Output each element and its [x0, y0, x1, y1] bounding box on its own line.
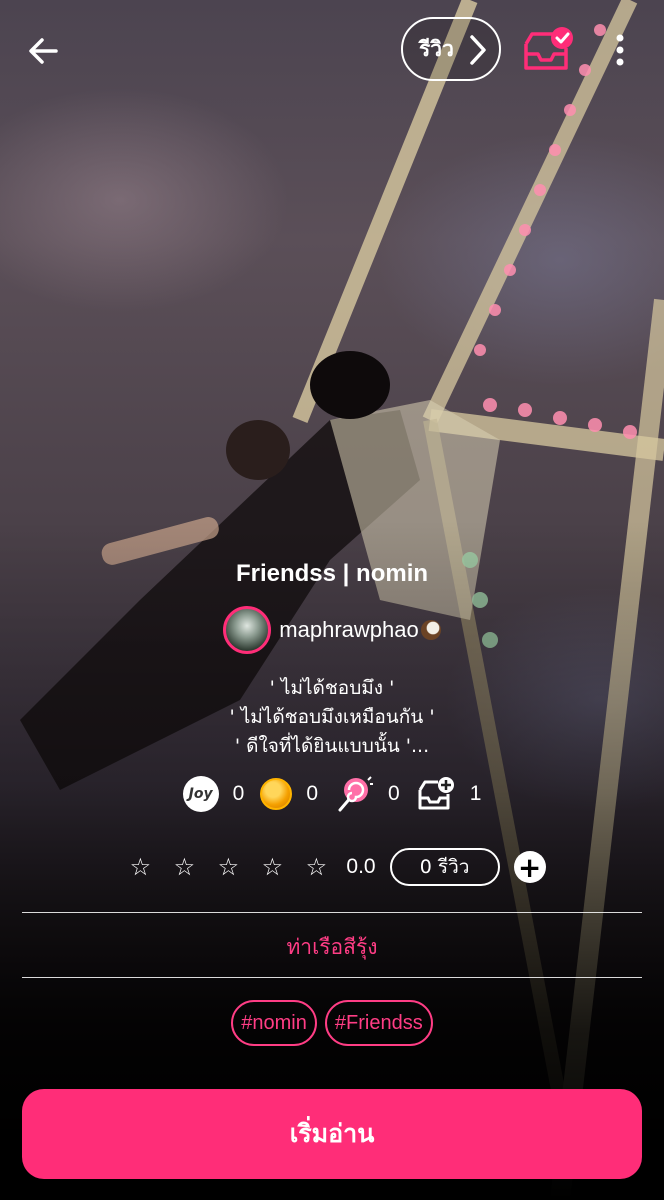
star-icon[interactable]: ☆	[118, 853, 162, 881]
arrow-left-icon	[29, 38, 58, 64]
star-icon[interactable]: ☆	[206, 853, 250, 881]
tag-list: #nomin #Friendss	[0, 1000, 664, 1046]
top-bar: รีวิว	[0, 0, 664, 100]
back-button[interactable]	[22, 30, 64, 72]
coconut-icon	[420, 620, 441, 640]
stats-row: Joy 0 0 0 1	[0, 772, 664, 816]
lollipop-icon	[338, 776, 373, 812]
rating-score: 0.0	[346, 855, 376, 878]
review-button[interactable]: รีวิว	[401, 17, 501, 81]
add-to-shelf-button[interactable]	[520, 26, 576, 76]
synopsis-line: ' ไม่ได้ชอบมึงเหมือนกัน '	[229, 706, 435, 728]
divider	[22, 912, 642, 913]
star-icon[interactable]: ☆	[294, 853, 338, 881]
joy-icon: Joy	[182, 776, 219, 812]
more-vertical-icon	[616, 34, 624, 66]
star-icon[interactable]: ☆	[250, 853, 294, 881]
story-synopsis: ' ไม่ได้ชอบมึง ' ' ไม่ได้ชอบมึงเหมือนกัน…	[0, 674, 664, 761]
star-icon[interactable]: ☆	[162, 853, 206, 881]
more-options-button[interactable]	[606, 32, 634, 68]
plus-icon: +	[517, 850, 542, 884]
story-title: Friendss | nomin	[235, 560, 429, 587]
start-reading-button[interactable]: เริ่มอ่าน	[22, 1089, 642, 1179]
shelf-count: 1	[469, 782, 482, 805]
stat-coin[interactable]: 0	[260, 778, 318, 810]
tag-chip[interactable]: #Friendss	[324, 1000, 433, 1046]
stat-lollipop[interactable]: 0	[334, 774, 400, 814]
author-name: maphrawphao	[279, 617, 419, 642]
review-button-label: รีวิว	[419, 36, 454, 61]
divider	[22, 977, 642, 978]
stat-joy[interactable]: Joy 0	[182, 776, 245, 812]
synopsis-line: ' ไม่ได้ชอบมึง '	[269, 677, 395, 699]
tag-chip[interactable]: #nomin	[231, 1000, 317, 1046]
synopsis-line: ' ดีใจที่ได้ยินแบบนั้น '...	[234, 735, 430, 757]
category-link[interactable]: ท่าเรือสีรุ้ง	[0, 931, 664, 964]
stat-shelf[interactable]: 1	[416, 776, 482, 812]
lollipop-count: 0	[388, 782, 400, 805]
inbox-check-icon	[524, 27, 573, 70]
rating-row: ☆ ☆ ☆ ☆ ☆ 0.0 0 รีวิว +	[0, 846, 664, 888]
chevron-right-icon	[470, 35, 486, 65]
review-count-button[interactable]: 0 รีวิว	[389, 848, 500, 886]
author-link[interactable]: maphrawphao	[0, 606, 664, 654]
author-avatar	[223, 606, 272, 654]
joy-count: 0	[232, 782, 245, 805]
inbox-add-icon	[418, 777, 454, 810]
coin-icon	[260, 778, 293, 810]
add-review-button[interactable]: +	[513, 850, 546, 884]
coin-count: 0	[306, 782, 318, 805]
